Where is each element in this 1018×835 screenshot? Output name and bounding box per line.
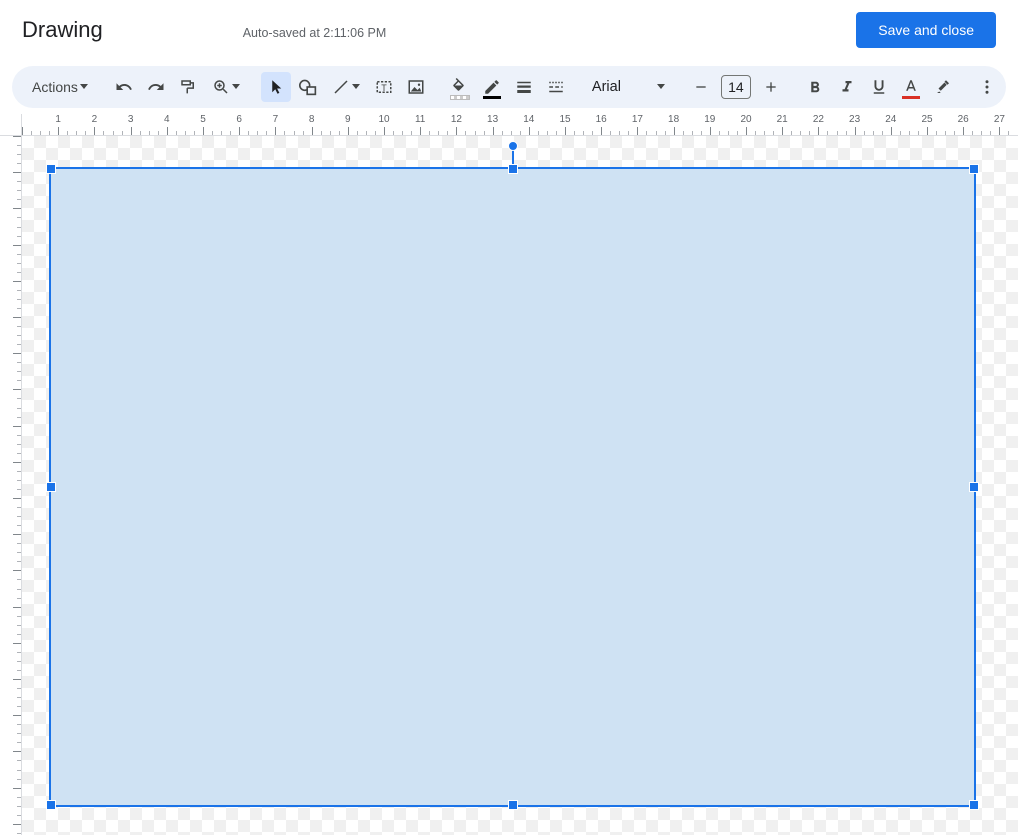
undo-button[interactable] — [109, 72, 139, 102]
save-and-close-button[interactable]: Save and close — [856, 12, 996, 48]
decrease-font-size-button[interactable] — [686, 72, 716, 102]
dropdown-caret-icon — [80, 84, 88, 90]
ruler-corner — [0, 114, 22, 136]
line-tool-button[interactable] — [325, 72, 367, 102]
resize-handle-top-right[interactable] — [969, 164, 979, 174]
plus-icon — [763, 79, 779, 95]
dropdown-caret-icon — [657, 84, 665, 90]
more-options-button[interactable] — [972, 72, 1002, 102]
highlight-color-button[interactable] — [928, 72, 958, 102]
text-color-swatch — [902, 96, 920, 100]
zoom-button[interactable] — [205, 72, 247, 102]
minus-icon — [693, 79, 709, 95]
bold-button[interactable] — [800, 72, 830, 102]
undo-icon — [115, 78, 133, 96]
text-box-icon: T — [375, 78, 393, 96]
vertical-ruler[interactable] — [0, 136, 22, 835]
resize-handle-middle-right[interactable] — [969, 482, 979, 492]
insert-image-button[interactable] — [401, 72, 431, 102]
resize-handle-bottom-left[interactable] — [46, 800, 56, 810]
border-color-button[interactable] — [477, 72, 507, 102]
svg-text:T: T — [381, 83, 387, 93]
shapes-icon — [298, 78, 318, 96]
paint-bucket-icon — [451, 78, 469, 96]
highlighter-icon — [934, 78, 952, 96]
cursor-icon — [267, 78, 285, 96]
shape-tool-button[interactable] — [293, 72, 323, 102]
select-tool-button[interactable] — [261, 72, 291, 102]
underline-button[interactable] — [864, 72, 894, 102]
image-icon — [407, 78, 425, 96]
horizontal-ruler[interactable]: 1234567891011121314151617181920212223242… — [22, 114, 1018, 136]
font-size-group — [685, 72, 787, 102]
dropdown-caret-icon — [232, 84, 240, 90]
resize-handle-bottom-right[interactable] — [969, 800, 979, 810]
workspace: 1234567891011121314151617181920212223242… — [0, 114, 1018, 835]
redo-button[interactable] — [141, 72, 171, 102]
resize-handle-bottom-center[interactable] — [508, 800, 518, 810]
line-weight-icon — [515, 78, 533, 96]
dialog-title: Drawing — [22, 17, 103, 43]
border-weight-button[interactable] — [509, 72, 539, 102]
actions-menu-button[interactable]: Actions — [20, 72, 96, 102]
selected-rectangle-shape[interactable] — [49, 167, 976, 807]
fill-color-button[interactable] — [445, 72, 475, 102]
resize-handle-top-left[interactable] — [46, 164, 56, 174]
toolbar: Actions T — [12, 66, 1006, 108]
underline-icon — [870, 78, 888, 96]
resize-handle-middle-left[interactable] — [46, 482, 56, 492]
fill-swatch — [451, 96, 469, 100]
text-color-button[interactable] — [896, 72, 926, 102]
resize-handle-top-center[interactable] — [508, 164, 518, 174]
font-size-input[interactable] — [721, 75, 751, 99]
bold-icon — [806, 78, 824, 96]
dropdown-caret-icon — [352, 84, 360, 90]
paint-format-button[interactable] — [173, 72, 203, 102]
border-dash-button[interactable] — [541, 72, 571, 102]
toolbar-container: Actions T — [0, 56, 1018, 114]
border-swatch — [483, 96, 501, 100]
actions-label: Actions — [32, 79, 78, 95]
increase-font-size-button[interactable] — [756, 72, 786, 102]
canvas-page[interactable] — [25, 139, 1015, 832]
line-icon — [332, 78, 350, 96]
text-color-icon — [902, 78, 920, 96]
autosave-status: Auto-saved at 2:11:06 PM — [243, 26, 387, 40]
header-left: Drawing Auto-saved at 2:11:06 PM — [22, 17, 386, 43]
italic-button[interactable] — [832, 72, 862, 102]
italic-icon — [838, 78, 856, 96]
font-name-label: Arial — [592, 79, 621, 95]
line-dash-icon — [547, 78, 565, 96]
header: Drawing Auto-saved at 2:11:06 PM Save an… — [0, 0, 1018, 56]
rotation-handle[interactable] — [508, 141, 518, 151]
pencil-icon — [483, 78, 501, 96]
paint-roller-icon — [179, 78, 197, 96]
drawing-canvas[interactable] — [22, 136, 1018, 835]
zoom-icon — [212, 78, 230, 96]
text-box-button[interactable]: T — [369, 72, 399, 102]
redo-icon — [147, 78, 165, 96]
font-family-select[interactable]: Arial — [584, 72, 673, 102]
more-vertical-icon — [978, 78, 996, 96]
